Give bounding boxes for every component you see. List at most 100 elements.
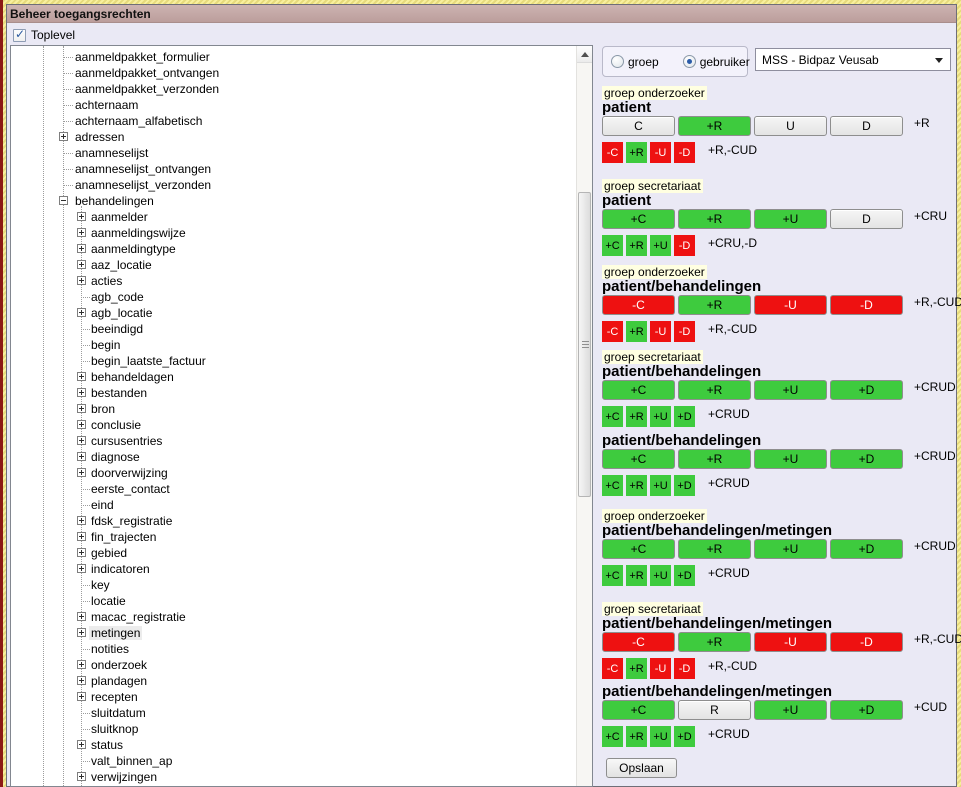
scrollbar-thumb[interactable] [578,192,591,497]
permission-button-d[interactable]: D [830,209,903,229]
tree-item-label[interactable]: agb_code [89,290,146,304]
tree-item-label[interactable]: begin [89,338,122,352]
tree-item-label[interactable]: status [89,738,125,752]
permission-button-plusmin-u[interactable]: +U [754,380,827,400]
tree-row[interactable]: achternaam_alfabetisch [11,113,574,129]
tree-item-label[interactable]: achternaam_alfabetisch [73,114,204,128]
radio-gebruiker[interactable]: gebruiker [683,55,750,69]
permission-toggle-plusmin-d[interactable]: +D [674,565,695,586]
tree-row[interactable]: eind [11,497,574,513]
tree-row[interactable]: notities [11,641,574,657]
tree-item-label[interactable]: macac_registratie [89,610,188,624]
tree-row[interactable]: metingen [11,625,574,641]
toplevel-checkbox[interactable]: ✓ [13,29,26,42]
tree-row[interactable]: fdsk_registratie [11,513,574,529]
tree-row[interactable]: behandeldagen [11,369,574,385]
tree-item-label[interactable]: aanmelder [89,210,150,224]
tree-item-label[interactable]: doorverwijzing [89,466,170,480]
expand-plus-icon[interactable] [77,404,86,413]
permission-button-r[interactable]: R [678,700,751,720]
tree-row[interactable]: gebied [11,545,574,561]
permission-button-plusmin-r[interactable]: +R [678,209,751,229]
tree-row[interactable]: aanmelder [11,209,574,225]
permission-toggle-min-d[interactable]: -D [674,142,695,163]
expand-plus-icon[interactable] [77,308,86,317]
permission-toggle-plusmin-c[interactable]: +C [602,565,623,586]
expand-plus-icon[interactable] [77,244,86,253]
tree-row[interactable]: begin [11,337,574,353]
permission-toggle-min-u[interactable]: -U [650,321,671,342]
tree-row[interactable]: indicatoren [11,561,574,577]
permission-button-min-c[interactable]: -C [602,295,675,315]
tree-item-label[interactable]: aanmeldpakket_ontvangen [73,66,221,80]
tree-row[interactable]: fin_trajecten [11,529,574,545]
expand-plus-icon[interactable] [77,740,86,749]
tree-item-label[interactable]: behandeldagen [89,370,176,384]
expand-plus-icon[interactable] [77,564,86,573]
permission-button-plusmin-r[interactable]: +R [678,632,751,652]
expand-plus-icon[interactable] [77,612,86,621]
permission-button-plusmin-c[interactable]: +C [602,449,675,469]
tree-row[interactable]: aanmeldingtype [11,241,574,257]
permission-toggle-plusmin-r[interactable]: +R [626,658,647,679]
permission-toggle-plusmin-r[interactable]: +R [626,142,647,163]
permission-button-plusmin-u[interactable]: +U [754,449,827,469]
permission-button-c[interactable]: C [602,116,675,136]
permission-toggle-min-c[interactable]: -C [602,658,623,679]
expand-plus-icon[interactable] [77,516,86,525]
permission-button-plusmin-c[interactable]: +C [602,539,675,559]
tree-row[interactable]: aaz_locatie [11,257,574,273]
permission-toggle-plusmin-c[interactable]: +C [602,726,623,747]
save-button[interactable]: Opslaan [606,758,677,778]
permission-button-u[interactable]: U [754,116,827,136]
tree-row[interactable]: bron [11,401,574,417]
expand-plus-icon[interactable] [77,260,86,269]
tree-item-label[interactable]: sluitknop [89,722,140,736]
tree-row[interactable]: valt_binnen_ap [11,753,574,769]
tree-row[interactable]: agb_code [11,289,574,305]
permission-toggle-plusmin-c[interactable]: +C [602,475,623,496]
expand-plus-icon[interactable] [77,372,86,381]
tree-row[interactable]: recepten [11,689,574,705]
permission-toggle-plusmin-d[interactable]: +D [674,475,695,496]
tree-row[interactable]: locatie [11,593,574,609]
tree-item-label[interactable]: eind [89,498,116,512]
tree-item-label[interactable]: aanmeldpakket_verzonden [73,82,221,96]
expand-plus-icon[interactable] [77,276,86,285]
radio-icon[interactable] [611,55,624,68]
expand-plus-icon[interactable] [77,420,86,429]
tree-row[interactable]: plandagen [11,673,574,689]
expand-plus-icon[interactable] [77,468,86,477]
tree-item-label[interactable]: anamneselijst_ontvangen [73,162,213,176]
tree-item-label[interactable]: achternaam [73,98,140,112]
tree-scrollbar[interactable] [576,46,592,786]
tree-item-label[interactable]: aanmeldingswijze [89,226,188,240]
permission-toggle-min-c[interactable]: -C [602,142,623,163]
permission-toggle-plusmin-c[interactable]: +C [602,235,623,256]
tree-row[interactable]: sluitknop [11,721,574,737]
tree-item-label[interactable]: metingen [89,626,142,640]
tree-row[interactable]: behandelingen [11,193,574,209]
tree-row[interactable]: sluitdatum [11,705,574,721]
tree-item-label[interactable]: verwijzingen [89,770,159,784]
expand-plus-icon[interactable] [77,452,86,461]
tree-row[interactable]: status [11,737,574,753]
permission-toggle-plusmin-u[interactable]: +U [650,475,671,496]
tree-item-label[interactable]: conclusie [89,418,143,432]
expand-plus-icon[interactable] [77,628,86,637]
tree-item-label[interactable]: begin_laatste_factuur [89,354,208,368]
expand-plus-icon[interactable] [77,660,86,669]
radio-icon[interactable] [683,55,696,68]
permission-toggle-plusmin-r[interactable]: +R [626,565,647,586]
permission-button-plusmin-r[interactable]: +R [678,539,751,559]
permission-button-plusmin-d[interactable]: +D [830,539,903,559]
expand-plus-icon[interactable] [77,692,86,701]
collapse-minus-icon[interactable] [59,196,68,205]
tree-item-label[interactable]: key [89,578,112,592]
permission-button-plusmin-r[interactable]: +R [678,116,751,136]
permission-button-min-u[interactable]: -U [754,632,827,652]
tree-row[interactable]: verwijzingen [11,769,574,785]
tree-row[interactable]: aanmeldingswijze [11,225,574,241]
permission-toggle-plusmin-u[interactable]: +U [650,235,671,256]
tree-item-label[interactable]: acties [89,274,124,288]
